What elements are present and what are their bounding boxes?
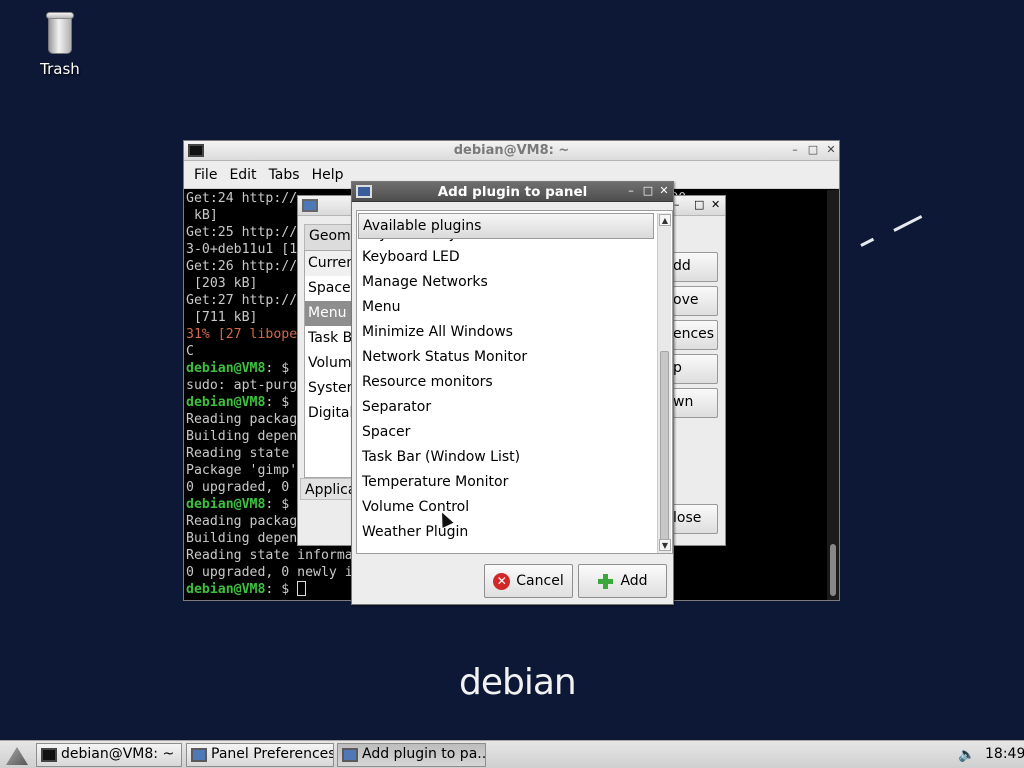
cancel-button[interactable]: ✕ Cancel — [484, 564, 573, 598]
preferences-icon — [191, 748, 207, 762]
list-item[interactable]: Systen — [305, 376, 351, 401]
terminal-titlebar[interactable]: debian@VM8: ~ – □ ✕ — [184, 141, 839, 161]
dialog-titlebar[interactable]: Add plugin to panel – □ ✕ — [352, 182, 673, 202]
clock[interactable]: 18:49 — [985, 746, 1024, 762]
plugin-item[interactable]: Temperature Monitor — [357, 470, 657, 495]
tab-applets[interactable]: Applica — [300, 478, 354, 500]
debian-logo: debian — [459, 662, 577, 703]
trash-label: Trash — [40, 60, 80, 78]
down-button[interactable]: wn — [672, 388, 718, 418]
panel-applet-list: Curren Spacer Menu Task B Volum Systen D… — [304, 250, 352, 478]
add-button[interactable]: Add — [578, 564, 667, 598]
add-label: Add — [620, 573, 648, 589]
text-cursor — [297, 581, 307, 596]
minimize-icon[interactable]: – — [788, 143, 802, 156]
wallpaper-line — [893, 215, 923, 232]
list-item[interactable]: Menu — [305, 301, 351, 326]
preferences-button[interactable]: ences — [672, 320, 718, 350]
menu-tabs[interactable]: Tabs — [263, 167, 306, 183]
plugin-item[interactable]: Keyboard LED — [357, 245, 657, 270]
wallpaper-line — [860, 237, 875, 247]
up-button[interactable]: p — [672, 354, 718, 384]
terminal-title: debian@VM8: ~ — [453, 143, 570, 158]
list-item[interactable]: Curren — [305, 251, 351, 276]
task-label: Add plugin to pa... — [362, 746, 486, 762]
maximize-icon[interactable]: □ — [641, 184, 655, 197]
remove-button[interactable]: ove — [672, 286, 718, 316]
minimize-icon[interactable]: – — [624, 184, 638, 197]
close-icon[interactable]: ✕ — [657, 184, 671, 197]
close-icon[interactable]: ✕ — [824, 143, 838, 156]
volume-icon[interactable]: 🔈 — [958, 747, 975, 763]
close-button[interactable]: lose — [672, 504, 718, 534]
scroll-thumb[interactable] — [660, 351, 669, 547]
preferences-icon — [342, 748, 358, 762]
task-label: Panel Preferences — [211, 746, 334, 762]
maximize-icon[interactable]: □ — [806, 143, 820, 156]
terminal-icon — [41, 748, 57, 762]
task-terminal[interactable]: debian@VM8: ~ — [36, 743, 182, 767]
close-icon[interactable]: ✕ — [711, 198, 720, 211]
trash-icon — [46, 12, 74, 54]
task-panel-preferences[interactable]: Panel Preferences — [186, 743, 334, 767]
taskbar: debian@VM8: ~ Panel Preferences Add plug… — [0, 740, 1024, 768]
menu-edit[interactable]: Edit — [223, 167, 262, 183]
minimize-icon[interactable]: – — [674, 198, 680, 211]
plugin-item[interactable]: Manage Networks — [357, 270, 657, 295]
menu-help[interactable]: Help — [306, 167, 350, 183]
plugin-item[interactable]: Spacer — [357, 420, 657, 445]
list-item[interactable]: Digital — [305, 401, 351, 426]
add-icon — [597, 573, 614, 590]
plugin-item[interactable]: Weather Plugin — [357, 520, 657, 545]
preferences-icon — [302, 199, 318, 212]
list-item[interactable]: Volum — [305, 351, 351, 376]
task-add-plugin[interactable]: Add plugin to pa... — [337, 743, 486, 767]
column-header[interactable]: Available plugins — [358, 213, 654, 239]
list-item[interactable]: Task B — [305, 326, 351, 351]
plugin-item[interactable]: Menu — [357, 295, 657, 320]
scroll-down-icon[interactable]: ▼ — [659, 539, 671, 551]
add-plugin-dialog[interactable]: Add plugin to panel – □ ✕ Available plug… — [351, 181, 674, 605]
cancel-label: Cancel — [516, 573, 564, 589]
terminal-scrollbar[interactable] — [827, 190, 839, 600]
plugin-item[interactable]: Minimize All Windows — [357, 320, 657, 345]
maximize-icon[interactable]: □ — [694, 198, 704, 211]
plugin-item[interactable]: Volume Control — [357, 495, 657, 520]
list-item[interactable]: Spacer — [305, 276, 351, 301]
scroll-up-icon[interactable]: ▲ — [659, 214, 671, 226]
task-label: debian@VM8: ~ — [61, 746, 175, 762]
plugin-list-scrollbar[interactable]: ▲ ▼ — [657, 213, 671, 553]
plugin-item[interactable]: Resource monitors — [357, 370, 657, 395]
plugin-item[interactable]: Separator — [357, 395, 657, 420]
trash-desktop-icon[interactable]: Trash — [32, 12, 88, 78]
plugin-list-frame: Available plugins Keyboard Layout Handle… — [356, 210, 673, 554]
plugin-item[interactable]: Task Bar (Window List) — [357, 445, 657, 470]
menu-launcher-icon[interactable] — [2, 743, 32, 767]
plugin-list[interactable]: Available plugins Keyboard Layout Handle… — [357, 211, 657, 553]
menu-file[interactable]: File — [188, 167, 223, 183]
plugin-item[interactable]: Network Status Monitor — [357, 345, 657, 370]
add-button[interactable]: dd — [672, 252, 718, 282]
cancel-icon: ✕ — [493, 572, 511, 590]
